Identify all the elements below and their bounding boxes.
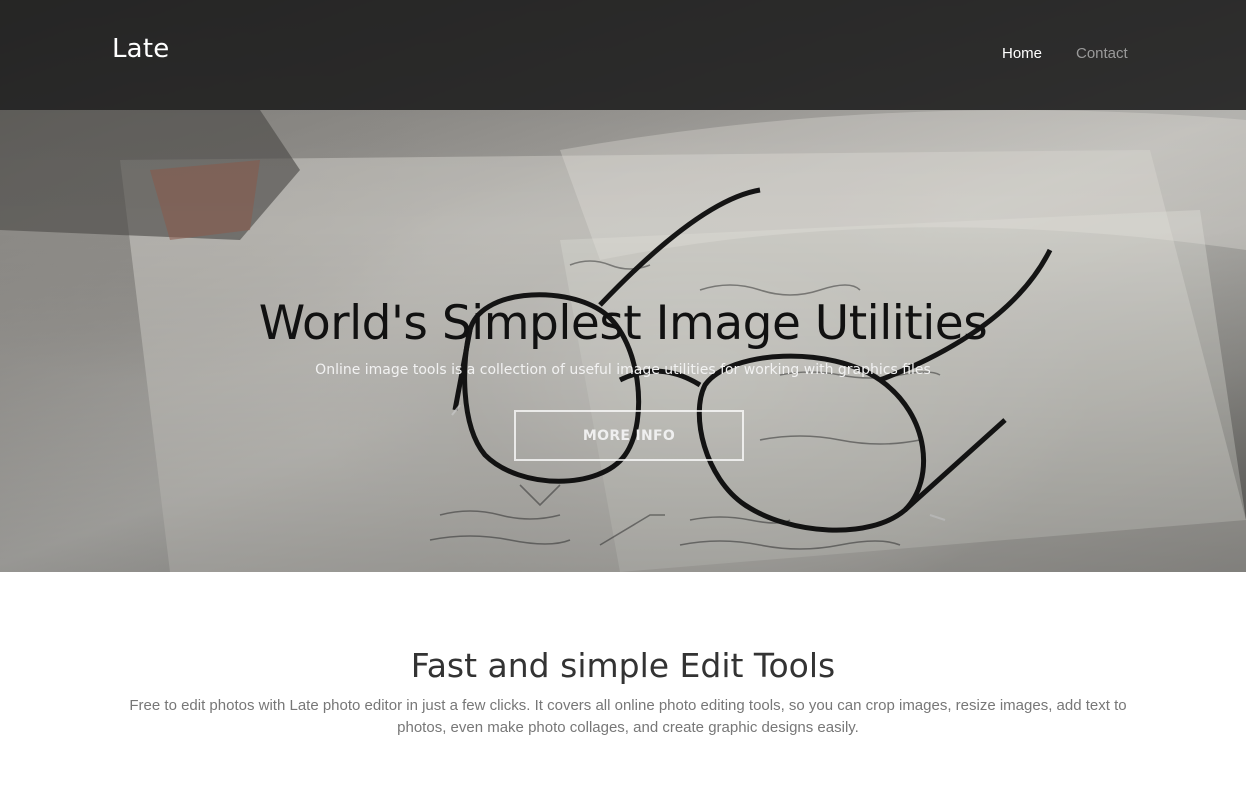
- more-info-button[interactable]: MORE INFO: [514, 410, 744, 461]
- nav-link-contact[interactable]: Contact: [1076, 45, 1128, 62]
- brand-logo[interactable]: Late: [112, 34, 169, 64]
- features-description: Free to edit photos with Late photo edit…: [129, 697, 1127, 736]
- features-title: Fast and simple Edit Tools: [410, 646, 836, 685]
- hero-title: World's Simplest Image Utilities: [258, 296, 988, 351]
- hero-subtitle: Online image tools is a collection of us…: [315, 362, 931, 378]
- top-navbar: Late Home Contact: [0, 0, 1246, 110]
- nav-link-home[interactable]: Home: [1002, 45, 1042, 62]
